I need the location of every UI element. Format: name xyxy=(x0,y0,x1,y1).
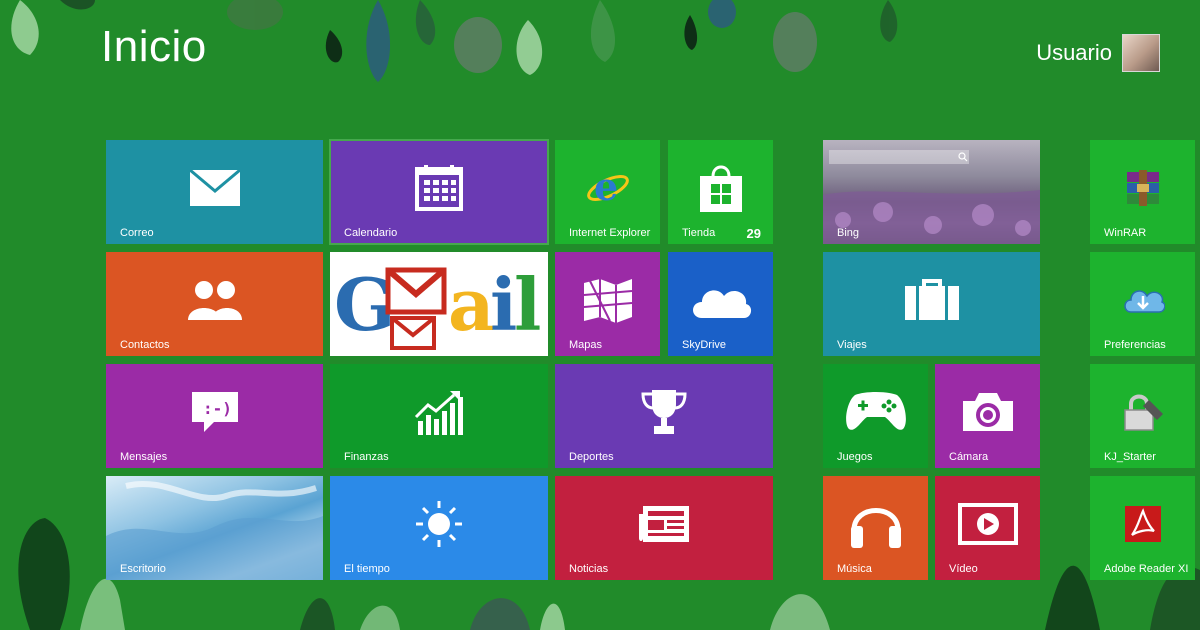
tile-gmail[interactable]: G a i l xyxy=(330,252,548,356)
newspaper-icon xyxy=(639,505,689,542)
tile-label: Bing xyxy=(837,227,860,239)
tile-label: Contactos xyxy=(120,339,170,351)
suitcase-icon xyxy=(904,278,959,320)
tile-label: Deportes xyxy=(569,451,614,463)
tile-bing[interactable]: Bing xyxy=(823,140,1040,244)
lock-icon xyxy=(1123,394,1163,431)
tile-label: Correo xyxy=(120,227,154,239)
internet-explorer-icon: e xyxy=(586,166,629,209)
tile-noticias[interactable]: Noticias xyxy=(555,476,773,580)
svg-text:e: e xyxy=(594,166,618,209)
svg-text:l: l xyxy=(514,262,541,347)
maps-icon xyxy=(583,278,632,323)
camera-icon xyxy=(962,392,1013,431)
tile-label: Mapas xyxy=(569,339,603,351)
xbox-controller-icon xyxy=(845,391,906,430)
tile-camara[interactable]: Cámara xyxy=(935,364,1040,468)
user-account[interactable]: Usuario xyxy=(1036,34,1160,72)
svg-text:a: a xyxy=(448,262,495,347)
tile-mapas[interactable]: Mapas xyxy=(555,252,660,356)
tile-video[interactable]: Vídeo xyxy=(935,476,1040,580)
tile-correo[interactable]: Correo xyxy=(106,140,323,244)
tile-skydrive[interactable]: SkyDrive xyxy=(668,252,773,356)
tile-preferencias[interactable]: Preferencias xyxy=(1090,252,1195,356)
people-icon xyxy=(187,280,242,320)
notification-badge: 29 xyxy=(746,226,761,241)
tile-label: Finanzas xyxy=(344,451,389,463)
finance-chart-icon xyxy=(414,390,463,435)
tile-label: Vídeo xyxy=(949,563,978,575)
avatar xyxy=(1122,34,1160,72)
tile-escritorio[interactable]: Escritorio xyxy=(106,476,323,580)
tile-adobe-reader[interactable]: Adobe Reader XI xyxy=(1090,476,1195,580)
user-name: Usuario xyxy=(1036,40,1112,65)
tile-label: Internet Explorer xyxy=(569,227,651,239)
tile-label: WinRAR xyxy=(1104,227,1147,239)
tile-label: SkyDrive xyxy=(682,339,727,351)
tile-label: Adobe Reader XI xyxy=(1104,563,1189,575)
svg-text::-): :-) xyxy=(203,399,232,418)
tile-label: KJ_Starter xyxy=(1104,451,1156,463)
tile-viajes[interactable]: Viajes xyxy=(823,252,1040,356)
tile-tienda[interactable]: Tienda 29 xyxy=(668,140,773,244)
tile-deportes[interactable]: Deportes xyxy=(555,364,773,468)
tile-contactos[interactable]: Contactos xyxy=(106,252,323,356)
page-title: Inicio xyxy=(101,22,207,71)
mail-icon xyxy=(188,168,241,206)
tile-musica[interactable]: Música xyxy=(823,476,928,580)
tile-mensajes[interactable]: :-) Mensajes xyxy=(106,364,323,468)
winrar-icon xyxy=(1126,169,1159,206)
tile-kj-starter[interactable]: KJ_Starter xyxy=(1090,364,1195,468)
calendar-icon xyxy=(415,164,463,211)
cloud-sync-icon xyxy=(1123,290,1165,313)
tile-juegos[interactable]: Juegos xyxy=(823,364,928,468)
sun-icon xyxy=(416,500,462,547)
cloud-icon xyxy=(692,290,751,318)
store-icon xyxy=(699,165,742,212)
tile-label: Preferencias xyxy=(1104,339,1166,351)
tile-label: Viajes xyxy=(837,339,867,351)
tile-label: Música xyxy=(837,563,872,575)
play-icon xyxy=(957,502,1018,545)
tile-finanzas[interactable]: Finanzas xyxy=(330,364,548,468)
gmail-logo: G a i l xyxy=(334,262,541,350)
tile-el-tiempo[interactable]: El tiempo xyxy=(330,476,548,580)
tile-label: El tiempo xyxy=(344,563,390,575)
tile-calendario[interactable]: Calendario xyxy=(329,139,549,245)
message-icon: :-) xyxy=(191,391,238,432)
tile-label: Cámara xyxy=(949,451,989,463)
trophy-icon xyxy=(641,389,687,434)
tile-internet-explorer[interactable]: e Internet Explorer xyxy=(555,140,660,244)
adobe-reader-icon xyxy=(1124,505,1161,542)
tile-winrar[interactable]: WinRAR xyxy=(1090,140,1195,244)
headphones-icon xyxy=(850,507,901,548)
tile-label: Tienda xyxy=(682,227,716,239)
tile-label: Noticias xyxy=(569,563,609,575)
tile-label: Calendario xyxy=(344,227,398,239)
tile-label: Escritorio xyxy=(120,563,166,575)
tile-label: Mensajes xyxy=(120,451,168,463)
tile-label: Juegos xyxy=(837,451,873,463)
